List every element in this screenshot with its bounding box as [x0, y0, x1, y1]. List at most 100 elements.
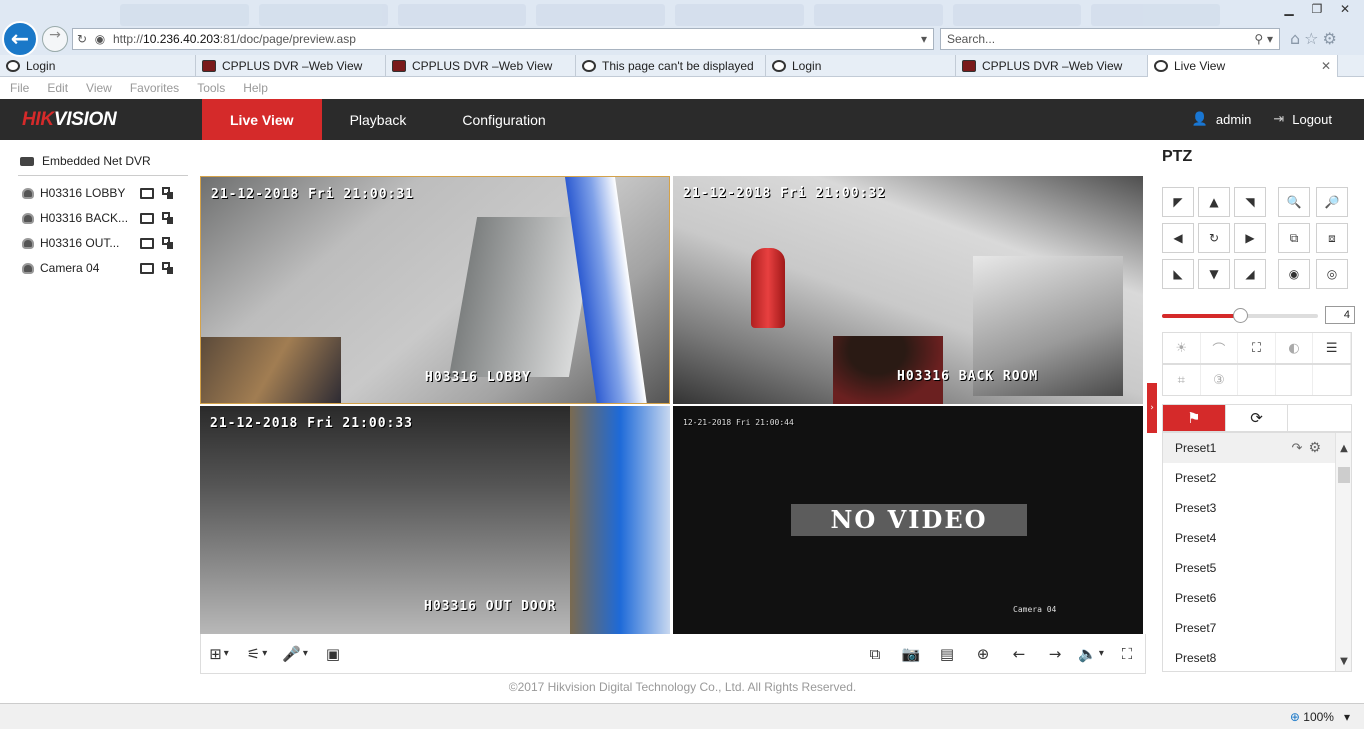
preset-item[interactable]: Preset3: [1163, 493, 1351, 523]
menu-file[interactable]: File: [10, 81, 29, 95]
preset-item[interactable]: Preset4: [1163, 523, 1351, 553]
stream-select-icon[interactable]: [160, 236, 174, 250]
preset-scrollbar[interactable]: ▲ ▼: [1335, 433, 1351, 671]
address-bar[interactable]: ↻ ◉ http://10.236.40.203:81/doc/page/pre…: [72, 28, 934, 50]
digital-zoom-icon[interactable]: ⊕: [973, 645, 993, 663]
menu-tools[interactable]: Tools: [197, 81, 225, 95]
set-preset-gear-icon[interactable]: ⚙: [1308, 440, 1321, 456]
video-tile-out-door[interactable]: 21-12-2018 Fri 21:00:33 H03316 OUT DOOR: [200, 406, 670, 634]
collapse-panel-handle[interactable]: ›: [1147, 383, 1157, 433]
stream-select-icon[interactable]: [160, 186, 174, 200]
settings-gear-icon[interactable]: ⚙: [1323, 29, 1337, 48]
stream-select-icon[interactable]: [160, 211, 174, 225]
previous-page-icon[interactable]: ←: [1009, 645, 1029, 663]
tab-login-1[interactable]: Login: [0, 55, 196, 77]
tab-cpplus-1[interactable]: CPPLUS DVR –Web View: [196, 55, 386, 77]
menu-help[interactable]: Help: [243, 81, 268, 95]
home-icon[interactable]: ⌂: [1290, 29, 1300, 48]
more-menu-icon[interactable]: ☰: [1313, 333, 1351, 363]
user-menu[interactable]: 👤 admin: [1192, 112, 1252, 127]
address-dropdown-icon[interactable]: ▾: [915, 32, 933, 46]
record-icon[interactable]: [140, 262, 154, 274]
ptz-speed-slider[interactable]: [1162, 308, 1318, 323]
camera-item[interactable]: H03316 LOBBY: [22, 186, 174, 200]
nav-configuration[interactable]: Configuration: [434, 99, 573, 140]
fullscreen-icon[interactable]: ⛶: [1117, 645, 1137, 663]
ptz-down-left-icon[interactable]: ◣: [1162, 259, 1194, 289]
zoom-in-icon[interactable]: 🔎: [1316, 187, 1348, 217]
camera-item[interactable]: H03316 BACK...: [22, 211, 174, 225]
close-tab-icon[interactable]: ✕: [1321, 59, 1331, 73]
camera-item[interactable]: H03316 OUT...: [22, 236, 174, 250]
manual-track-icon[interactable]: ⌗: [1163, 365, 1201, 395]
menu-favorites[interactable]: Favorites: [130, 81, 179, 95]
refresh-icon[interactable]: ↻: [73, 32, 91, 46]
tab-cpplus-2[interactable]: CPPLUS DVR –Web View: [386, 55, 576, 77]
tab-error[interactable]: This page can't be displayed: [576, 55, 766, 77]
video-tile-back-room[interactable]: 21-12-2018 Fri 21:00:32 H03316 BACK ROOM: [673, 176, 1143, 404]
menu-view[interactable]: View: [86, 81, 112, 95]
nav-playback[interactable]: Playback: [322, 99, 435, 140]
tab-login-2[interactable]: Login: [766, 55, 956, 77]
ptz-down-icon[interactable]: ▼: [1198, 259, 1230, 289]
ptz-up-left-icon[interactable]: ◤: [1162, 187, 1194, 217]
preset-item[interactable]: Preset1 ↷ ⚙: [1163, 433, 1351, 463]
restore-icon[interactable]: ❐: [1304, 0, 1330, 18]
focus-far-icon[interactable]: ⧈: [1316, 223, 1348, 253]
ptz-left-icon[interactable]: ◀: [1162, 223, 1194, 253]
device-node[interactable]: Embedded Net DVR: [20, 154, 151, 168]
tab-cpplus-3[interactable]: CPPLUS DVR –Web View: [956, 55, 1148, 77]
focus-near-icon[interactable]: ⧉: [1278, 223, 1310, 253]
zoom-dropdown-icon[interactable]: ▾: [1344, 710, 1350, 724]
preset-item[interactable]: Preset2: [1163, 463, 1351, 493]
record-icon[interactable]: [140, 212, 154, 224]
stop-all-icon[interactable]: ⧉: [865, 645, 885, 663]
record-icon[interactable]: [140, 237, 154, 249]
preset-tab-flag-icon[interactable]: ⚑: [1163, 405, 1226, 431]
stream-type-icon[interactable]: ⚟: [247, 645, 267, 663]
iris-close-icon[interactable]: ◎: [1316, 259, 1348, 289]
next-page-icon[interactable]: →: [1045, 645, 1065, 663]
capture-icon[interactable]: 📷: [901, 645, 921, 663]
slider-knob[interactable]: [1233, 308, 1248, 323]
back-button[interactable]: ←: [2, 21, 38, 57]
preset-item[interactable]: Preset6: [1163, 583, 1351, 613]
search-icon[interactable]: ⚲ ▾: [1254, 32, 1279, 46]
video-tile-camera-04[interactable]: 12-21-2018 Fri 21:00:44 NO VIDEO Camera …: [673, 406, 1143, 634]
microphone-icon[interactable]: 🎤: [282, 645, 305, 663]
preset-item[interactable]: Preset7: [1163, 613, 1351, 643]
zoom-out-icon[interactable]: 🔍: [1278, 187, 1310, 217]
record-icon[interactable]: [140, 187, 154, 199]
camera-item[interactable]: Camera 04: [22, 261, 174, 275]
preset-item[interactable]: Preset8: [1163, 643, 1351, 671]
ptz-right-icon[interactable]: ▶: [1234, 223, 1266, 253]
iris-open-icon[interactable]: ◉: [1278, 259, 1310, 289]
ptz-up-icon[interactable]: ▲: [1198, 187, 1230, 217]
lens-init-icon[interactable]: ◐: [1276, 333, 1314, 363]
scroll-down-icon[interactable]: ▼: [1337, 656, 1351, 667]
favorites-star-icon[interactable]: ☆: [1304, 29, 1318, 48]
auxiliary-focus-icon[interactable]: ⛶: [1238, 333, 1276, 363]
volume-muted-icon[interactable]: 🔈: [1078, 645, 1101, 663]
preset-item[interactable]: Preset5: [1163, 553, 1351, 583]
nav-live-view[interactable]: Live View: [202, 99, 322, 140]
scroll-thumb[interactable]: [1338, 467, 1350, 483]
window-layout-icon[interactable]: ⊞: [209, 645, 229, 663]
3d-zoom-icon[interactable]: ③: [1201, 365, 1239, 395]
ptz-down-right-icon[interactable]: ◢: [1234, 259, 1266, 289]
wall-display-icon[interactable]: ▣: [323, 645, 343, 663]
video-tile-lobby[interactable]: 21-12-2018 Fri 21:00:31 H03316 LOBBY: [200, 176, 670, 404]
stream-select-icon[interactable]: [160, 261, 174, 275]
minimize-icon[interactable]: ▁: [1276, 0, 1302, 18]
logout-button[interactable]: ⇥ Logout: [1273, 112, 1332, 127]
light-icon[interactable]: ☀: [1163, 333, 1201, 363]
call-preset-icon[interactable]: ↷: [1292, 441, 1303, 456]
forward-button[interactable]: →: [42, 26, 68, 52]
search-box[interactable]: Search... ⚲ ▾: [940, 28, 1280, 50]
record-all-icon[interactable]: ▤: [937, 645, 957, 663]
zoom-level[interactable]: ⊕ 100%: [1290, 710, 1334, 724]
auto-pan-icon[interactable]: ↻: [1198, 223, 1230, 253]
patrol-tab-icon[interactable]: ⟳: [1226, 405, 1289, 431]
close-window-icon[interactable]: ✕: [1332, 0, 1358, 18]
tab-live-view[interactable]: Live View ✕: [1148, 55, 1338, 77]
